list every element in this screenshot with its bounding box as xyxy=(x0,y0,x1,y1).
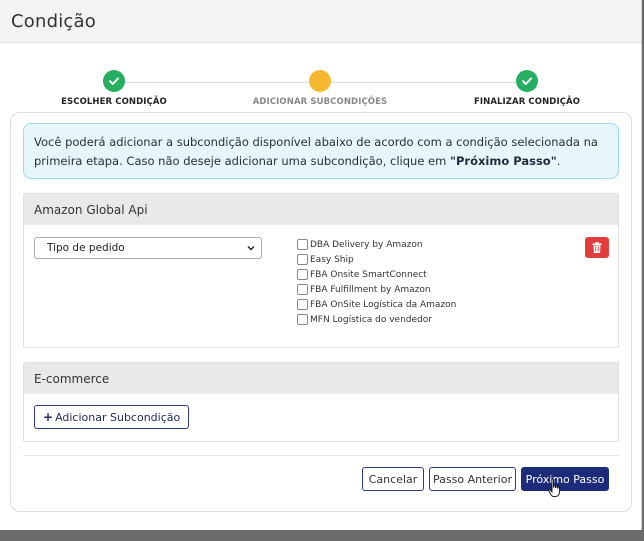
condition-modal: Condição ESCOLHER CONDIÇÃO ADICIONAR SUB… xyxy=(0,0,642,530)
option-dba[interactable]: DBA Delivery by Amazon xyxy=(297,237,456,252)
checkbox[interactable] xyxy=(297,299,308,310)
chevron-down-icon xyxy=(247,246,255,251)
add-subcondition-label: Adicionar Subcondição xyxy=(55,410,181,424)
option-label: MFN Logística do vendedor xyxy=(310,314,432,325)
step-2-label: ADICIONAR SUBCONDIÇÕES xyxy=(252,97,388,107)
option-label: FBA OnSite Logística da Amazon xyxy=(310,299,457,310)
order-type-options: DBA Delivery by Amazon Easy Ship FBA Ons… xyxy=(297,237,456,327)
info-suffix: . xyxy=(556,154,561,168)
section-ecommerce: E-commerce + Adicionar Subcondição xyxy=(23,362,619,442)
step-finish-condition: FINALIZAR CONDIÇÃO xyxy=(437,70,617,107)
option-label: DBA Delivery by Amazon xyxy=(310,239,423,250)
info-emphasis: "Próximo Passo" xyxy=(449,154,557,168)
section-amazon-global-api: Amazon Global Api Tipo de pedido DBA Del… xyxy=(23,193,619,348)
step-add-subconditions: ADICIONAR SUBCONDIÇÕES xyxy=(230,70,410,107)
trash-icon xyxy=(592,242,602,253)
subcondition-card: Você poderá adicionar a subcondição disp… xyxy=(10,112,632,512)
option-label: FBA Fulfillment by Amazon xyxy=(310,284,431,295)
order-type-select[interactable]: Tipo de pedido xyxy=(34,237,262,259)
checkbox[interactable] xyxy=(297,284,308,295)
info-alert: Você poderá adicionar a subcondição disp… xyxy=(23,123,619,179)
step-1-label: ESCOLHER CONDIÇÃO xyxy=(61,97,167,107)
step-3-check-icon xyxy=(516,70,538,92)
checkbox[interactable] xyxy=(297,239,308,250)
add-subcondition-button[interactable]: + Adicionar Subcondição xyxy=(34,405,190,429)
checkbox[interactable] xyxy=(297,254,308,265)
step-3-label: FINALIZAR CONDIÇÃO xyxy=(473,97,581,107)
stepper: ESCOLHER CONDIÇÃO ADICIONAR SUBCONDIÇÕES… xyxy=(0,70,642,110)
hand-cursor-icon xyxy=(548,478,560,497)
step-2-current-dot xyxy=(309,70,331,92)
option-fba-fulfillment[interactable]: FBA Fulfillment by Amazon xyxy=(297,282,456,297)
footer-divider xyxy=(23,455,619,456)
step-1-check-icon xyxy=(103,70,125,92)
next-step-button[interactable]: Próximo Passo xyxy=(521,467,609,491)
previous-step-button[interactable]: Passo Anterior xyxy=(429,467,516,491)
checkbox[interactable] xyxy=(297,269,308,280)
plus-icon: + xyxy=(43,410,54,424)
delete-subcondition-button[interactable] xyxy=(585,237,609,258)
order-type-select-value: Tipo de pedido xyxy=(47,242,125,254)
section-ecommerce-title: E-commerce xyxy=(24,363,618,394)
cancel-button[interactable]: Cancelar xyxy=(362,467,424,491)
checkbox[interactable] xyxy=(297,314,308,325)
option-fba-onsite-smartconnect[interactable]: FBA Onsite SmartConnect xyxy=(297,267,456,282)
option-mfn[interactable]: MFN Logística do vendedor xyxy=(297,312,456,327)
option-label: FBA Onsite SmartConnect xyxy=(310,269,427,280)
modal-header: Condição xyxy=(0,0,641,43)
modal-title: Condição xyxy=(11,10,96,32)
section-amazon-title: Amazon Global Api xyxy=(24,194,618,225)
option-easy-ship[interactable]: Easy Ship xyxy=(297,252,456,267)
option-fba-onsite-logistica[interactable]: FBA OnSite Logística da Amazon xyxy=(297,297,456,312)
step-choose-condition: ESCOLHER CONDIÇÃO xyxy=(24,70,204,107)
option-label: Easy Ship xyxy=(310,254,354,265)
